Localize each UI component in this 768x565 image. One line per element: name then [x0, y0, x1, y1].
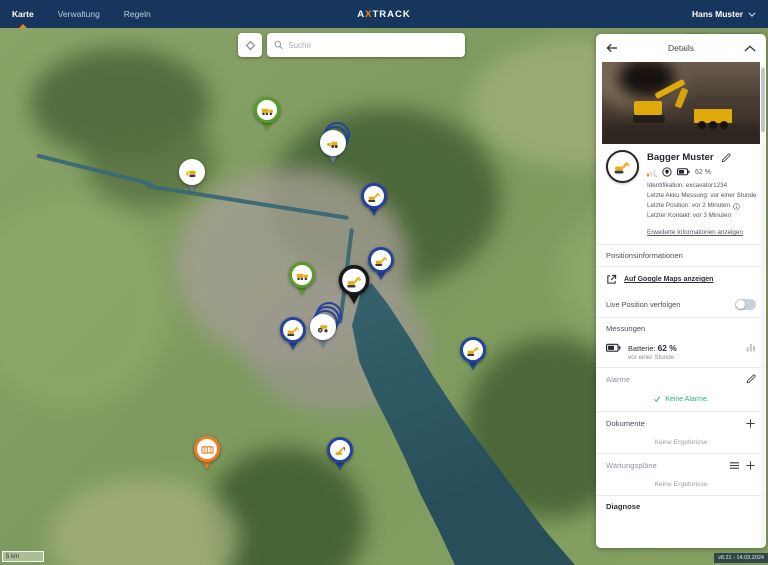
map-scale: 5 km: [2, 551, 44, 562]
signal-strength-icon: [647, 169, 657, 177]
maintenance-list-button[interactable]: [729, 461, 740, 470]
map-pin-excavator-selected[interactable]: [338, 265, 370, 304]
battery-timestamp: vor einer Stunde: [628, 354, 675, 362]
asset-avatar: [606, 150, 639, 183]
nav-item-regeln[interactable]: Regeln: [124, 0, 151, 28]
asset-meta: Identifikation: excavator1234 Letzte Akk…: [647, 181, 757, 221]
pin-circle: [254, 97, 280, 123]
chevron-down-icon: [748, 12, 756, 17]
gps-icon: [662, 167, 672, 177]
version-label: v8.21 - 14.03.2024: [714, 553, 768, 563]
edit-name-button[interactable]: [721, 153, 731, 163]
battery-icon: [606, 343, 621, 353]
map-pin-dump-truck[interactable]: [254, 97, 280, 130]
battery-value: 62 %: [657, 343, 677, 354]
pin-circle: [179, 159, 205, 185]
main-nav: Karte Verwaltung Regeln: [12, 0, 151, 28]
map-pin-excavator[interactable]: [361, 183, 387, 216]
google-maps-link[interactable]: Auf Google Maps anzeigen: [596, 266, 766, 292]
battery-history-button[interactable]: [746, 343, 756, 352]
section-maintenance-header[interactable]: Wartungspläne: [596, 453, 766, 477]
map-pin-excavator[interactable]: [460, 337, 486, 370]
live-position-row: Live Position verfolgen: [596, 292, 766, 317]
locate-button[interactable]: [238, 33, 262, 57]
section-documents-header[interactable]: Dokumente: [596, 411, 766, 435]
meta-last-contact: Letzter Kontakt: vor 3 Minuten: [647, 212, 732, 220]
info-icon[interactable]: [733, 202, 740, 210]
map-pin-crane[interactable]: [327, 437, 353, 470]
asset-photo: [602, 62, 760, 144]
user-name: Hans Muster: [691, 9, 743, 19]
live-position-label: Live Position verfolgen: [606, 300, 681, 310]
search-input[interactable]: [288, 40, 458, 50]
search-icon: [274, 40, 283, 50]
map-search-bar: [267, 33, 465, 57]
pencil-icon: [746, 374, 756, 384]
list-icon: [730, 462, 739, 469]
diamond-icon: [245, 40, 255, 50]
battery-percent: 62 %: [695, 168, 711, 176]
live-position-toggle[interactable]: [735, 299, 756, 311]
pin-circle: [194, 436, 220, 462]
chevron-up-icon: [744, 45, 756, 52]
active-tab-caret: [18, 24, 27, 28]
battery-measurement-row: Batterie: 62 % vor einer Stunde: [596, 339, 766, 367]
arrow-left-icon: [606, 43, 617, 53]
no-alarms-note: Keine Alarme.: [596, 390, 766, 411]
plus-icon: [746, 461, 755, 470]
scrollbar-thumb[interactable]: [761, 68, 765, 132]
meta-last-position: Letzte Position: vor 2 Minuten: [647, 202, 730, 210]
map-field-area: [0, 198, 170, 408]
collapse-panel-button[interactable]: [744, 45, 756, 52]
add-document-button[interactable]: [745, 418, 756, 429]
top-navbar: Karte Verwaltung Regeln AXTRACK Hans Mus…: [0, 0, 768, 28]
panel-title: Details: [668, 43, 694, 53]
map-pin-excavator[interactable]: [280, 317, 306, 350]
add-maintenance-button[interactable]: [745, 460, 756, 471]
battery-icon: [677, 168, 690, 176]
user-menu[interactable]: Hans Muster: [692, 9, 756, 19]
map-pin-wheel-loader[interactable]: [320, 122, 350, 163]
section-position-header[interactable]: Positionsinformationen: [596, 244, 766, 266]
section-measurements-header[interactable]: Messungen: [596, 317, 766, 339]
panel-header: Details: [596, 34, 766, 62]
documents-empty-note: Keine Ergebnisse: [654, 439, 708, 447]
edit-alarms-button[interactable]: [746, 374, 756, 384]
app-logo: AXTRACK: [357, 8, 411, 20]
meta-identification: Identifikation: excavator1234: [647, 182, 728, 189]
nav-item-karte[interactable]: Karte: [12, 0, 34, 28]
meta-last-battery: Letzte Akku Messung: vor einer Stunde: [647, 192, 757, 200]
pin-circle: [320, 130, 346, 156]
pin-circle: [460, 337, 486, 363]
map-pin-roller[interactable]: [310, 302, 342, 347]
pin-circle: [280, 317, 306, 343]
asset-name: Bagger Muster: [647, 152, 714, 163]
details-panel: Details Bagger Muster 62 % Identifikatio…: [596, 34, 766, 548]
asset-summary: Bagger Muster 62 % Identifikation: excav…: [596, 148, 766, 244]
bar-chart-icon: [746, 344, 756, 352]
check-icon: [654, 396, 661, 403]
pin-circle: [368, 247, 394, 273]
pin-circle: [310, 314, 336, 340]
map-pin-excavator[interactable]: [368, 247, 394, 280]
nav-item-verwaltung[interactable]: Verwaltung: [58, 0, 100, 28]
map-pin-bulldozer[interactable]: [179, 159, 205, 192]
asset-status-badges: 62 %: [647, 167, 756, 177]
plus-icon: [746, 419, 755, 428]
pin-circle: [338, 265, 370, 296]
external-link-icon: [607, 275, 617, 284]
section-alarms-header[interactable]: Alarme: [596, 367, 766, 390]
pin-circle: [289, 262, 315, 288]
map-pin-container[interactable]: [194, 436, 220, 469]
pin-circle: [327, 437, 353, 463]
pin-circle: [361, 183, 387, 209]
section-diagnosis-header[interactable]: Diagnose: [596, 495, 766, 517]
panel-scrollbar[interactable]: [761, 64, 765, 545]
maintenance-empty-note: Keine Ergebnisse: [654, 481, 708, 489]
extended-info-link[interactable]: Erweiterte Informationen anzeigen: [647, 229, 743, 236]
back-button[interactable]: [606, 43, 618, 53]
map-pin-dump-truck[interactable]: [289, 262, 315, 295]
excavator-icon: [614, 161, 630, 174]
pencil-icon: [721, 153, 731, 162]
